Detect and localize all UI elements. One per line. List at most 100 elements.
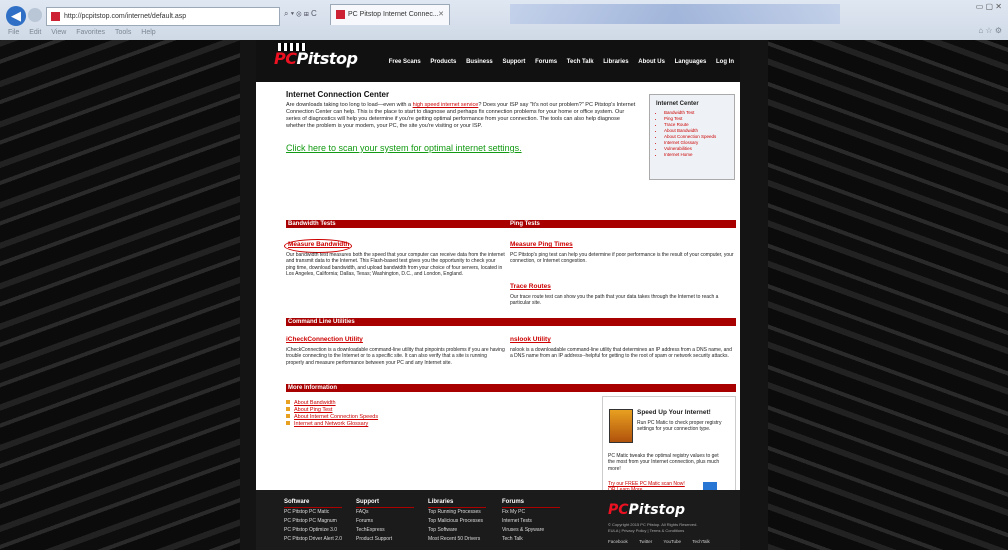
social-youtube[interactable]: YouTube <box>663 539 681 544</box>
menu-edit[interactable]: Edit <box>29 29 41 36</box>
nav-free-scans[interactable]: Free Scans <box>389 59 421 65</box>
measure-bandwidth-text: Our bandwidth test measures both the spe… <box>286 252 505 278</box>
icheck-link[interactable]: iCheckConnection Utility <box>286 336 363 343</box>
more-link-about-ping-test[interactable]: About Ping Test <box>286 407 378 414</box>
address-bar[interactable]: http://pcpitstop.com/internet/default.as… <box>46 7 280 26</box>
promo-text-2: PC Matic tweaks the optimal registry val… <box>608 453 720 472</box>
nav-tech-talk[interactable]: Tech Talk <box>567 59 594 65</box>
tab-title: PC Pitstop Internet Connec... <box>348 11 439 18</box>
bandwidth-tests-heading: Bandwidth Tests <box>288 221 336 227</box>
more-link-about-speeds[interactable]: About Internet Connection Speeds <box>286 414 378 421</box>
window-controls[interactable]: ▭ ▢ ✕ <box>976 2 1002 11</box>
main-content: Internet Connection Center Are downloads… <box>284 90 736 510</box>
footer-heading-libraries: Libraries <box>428 498 486 508</box>
footer-heading-software: Software <box>284 498 342 508</box>
nav-libraries[interactable]: Libraries <box>603 59 628 65</box>
nav-languages[interactable]: Languages <box>675 59 707 65</box>
more-link-glossary[interactable]: Internet and Network Glossary <box>286 421 378 428</box>
footer-copyright: © Copyright 2015 PC Pitstop. All Rights … <box>608 522 698 534</box>
nav-business[interactable]: Business <box>466 59 493 65</box>
tab-close-icon[interactable]: ✕ <box>438 5 444 25</box>
footer-link[interactable]: PC Pitstop Driver Alert 2.0 <box>284 535 342 544</box>
menu-bar: File Edit View Favorites Tools Help <box>0 26 1008 40</box>
trace-routes-link[interactable]: Trace Routes <box>510 283 551 290</box>
footer-heading-support: Support <box>356 498 414 508</box>
social-facebook[interactable]: Facebook <box>608 539 628 544</box>
address-text: http://pcpitstop.com/internet/default.as… <box>64 13 187 20</box>
section-bar-tests: Bandwidth Tests Ping Tests <box>286 220 736 228</box>
footer-link[interactable]: TechExpress <box>356 526 414 535</box>
social-techtalk[interactable]: TechTalk <box>692 539 710 544</box>
footer-link[interactable]: PC Pitstop PC Matic <box>284 508 342 517</box>
menu-favorites[interactable]: Favorites <box>76 29 105 36</box>
footer-link[interactable]: Tech Talk <box>502 535 560 544</box>
web-page: PCPitstop Free Scans Products Business S… <box>256 40 740 550</box>
command-line-heading: Command Line Utilities <box>288 319 355 325</box>
internet-center-box: Internet Center Bandwidth Test Ping Test… <box>649 94 735 180</box>
promo-text-1: Run PC Matic to check proper registry se… <box>637 420 722 433</box>
footer-col-forums: Forums Fix My PC Internet Tests Viruses … <box>502 498 560 544</box>
footer-link[interactable]: PC Pitstop PC Magnum <box>284 517 342 526</box>
favicon-icon <box>51 11 60 21</box>
forward-button[interactable] <box>28 8 42 22</box>
more-link-about-bandwidth[interactable]: About Bandwidth <box>286 400 378 407</box>
footer-link[interactable]: Top Malicious Processes <box>428 517 486 526</box>
footer-link[interactable]: PC Pitstop Optimize 3.0 <box>284 526 342 535</box>
pc-matic-box-image <box>609 409 633 443</box>
footer-link[interactable]: Product Support <box>356 535 414 544</box>
footer-link[interactable]: Viruses & Spyware <box>502 526 560 535</box>
nav-products[interactable]: Products <box>430 59 456 65</box>
site-header: PCPitstop Free Scans Products Business S… <box>256 40 740 82</box>
internet-center-heading: Internet Center <box>656 101 699 107</box>
icheck-text: iCheckConnection is a downloadable comma… <box>286 347 505 366</box>
more-info-heading: More Information <box>288 385 337 391</box>
nav-log-in[interactable]: Log In <box>716 59 734 65</box>
footer-social-links: Facebook Twitter YouTube TechTalk <box>608 539 720 544</box>
measure-bandwidth-link[interactable]: Measure Bandwidth <box>288 241 349 248</box>
nav-support[interactable]: Support <box>502 59 525 65</box>
menu-tools[interactable]: Tools <box>115 29 131 36</box>
menu-file[interactable]: File <box>8 29 19 36</box>
high-speed-link[interactable]: high speed internet service <box>413 102 479 108</box>
footer-logo[interactable]: PCPitstop <box>608 502 685 518</box>
nav-about-us[interactable]: About Us <box>638 59 665 65</box>
footer-link[interactable]: Internet Tests <box>502 517 560 526</box>
section-bar-more-info: More Information <box>286 384 736 392</box>
footer-link[interactable]: Fix My PC <box>502 508 560 517</box>
scan-system-link[interactable]: Click here to scan your system for optim… <box>286 143 522 153</box>
footer-legal-links[interactable]: EULA | Privacy Policy | Terms & Conditio… <box>608 528 697 534</box>
measure-ping-link[interactable]: Measure Ping Times <box>510 241 573 248</box>
intro-text: Are downloads taking too long to load—ev… <box>286 102 636 129</box>
tab-pcpitstop[interactable]: PC Pitstop Internet Connec... ✕ <box>330 4 450 25</box>
footer-link[interactable]: Forums <box>356 517 414 526</box>
footer-heading-forums: Forums <box>502 498 560 508</box>
promo-heading: Speed Up Your Internet! <box>637 409 711 416</box>
ic-link-internet-home[interactable]: Internet Home <box>664 152 734 158</box>
main-nav: Free Scans Products Business Support For… <box>381 59 734 65</box>
nav-forums[interactable]: Forums <box>535 59 557 65</box>
nslook-text: nslook is a downloadable command-line ut… <box>510 347 732 360</box>
bullet-icon <box>286 414 290 418</box>
footer-link[interactable]: Top Running Processes <box>428 508 486 517</box>
browser-chrome: ◀ http://pcpitstop.com/internet/default.… <box>0 0 1008 40</box>
toolbar-icons[interactable]: ⌂ ☆ ⚙ <box>978 26 1002 35</box>
address-tools[interactable]: ⌕ ▾ ⊗ ⊞ C <box>284 9 317 19</box>
social-twitter[interactable]: Twitter <box>639 539 652 544</box>
footer-col-libraries: Libraries Top Running Processes Top Mali… <box>428 498 486 544</box>
footer-link[interactable]: FAQs <box>356 508 414 517</box>
section-bar-command-line: Command Line Utilities <box>286 318 736 326</box>
footer-link[interactable]: Most Recent 50 Drivers <box>428 535 486 544</box>
menu-view[interactable]: View <box>51 29 66 36</box>
site-footer: Software PC Pitstop PC Matic PC Pitstop … <box>256 490 740 550</box>
bullet-icon <box>286 421 290 425</box>
blurred-background-window <box>510 4 840 24</box>
nslook-link[interactable]: nslook Utility <box>510 336 551 343</box>
more-info-list: About Bandwidth About Ping Test About In… <box>286 400 378 428</box>
footer-link[interactable]: Top Software <box>428 526 486 535</box>
footer-col-support: Support FAQs Forums TechExpress Product … <box>356 498 414 544</box>
background-tread-right <box>768 0 1008 550</box>
menu-help[interactable]: Help <box>141 29 155 36</box>
ping-tests-heading: Ping Tests <box>510 221 540 227</box>
back-button[interactable]: ◀ <box>6 6 26 26</box>
site-logo[interactable]: PCPitstop <box>274 49 358 68</box>
